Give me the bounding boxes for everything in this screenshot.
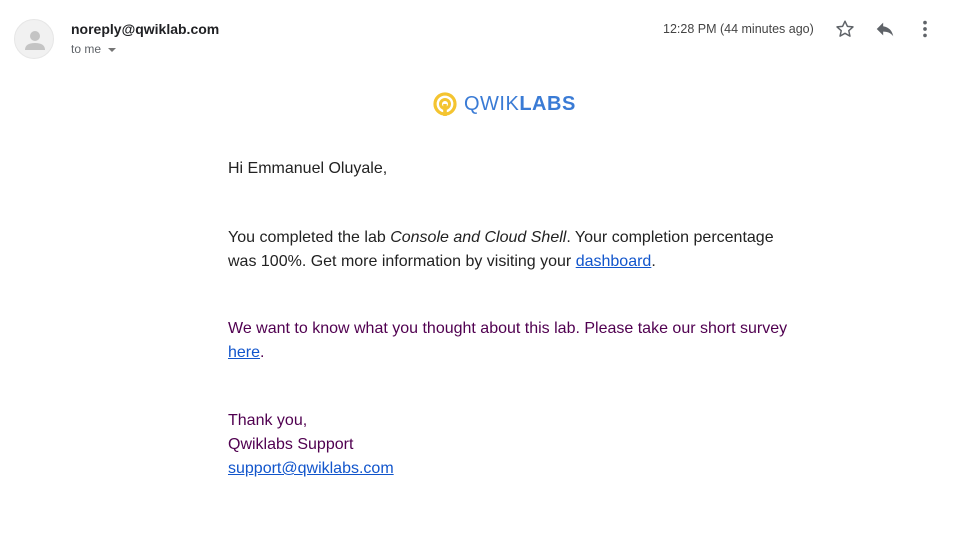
sender-address: noreply@qwiklab.com — [71, 21, 220, 37]
survey-paragraph: We want to know what you thought about t… — [228, 320, 788, 361]
completion-paragraph: You completed the lab Console and Cloud … — [228, 229, 774, 270]
qwiklabs-logo-mark — [433, 92, 457, 116]
more-vert-icon[interactable] — [914, 18, 936, 40]
chevron-down-icon — [108, 47, 117, 52]
qwiklabs-logo-text: QWIKLABS — [464, 92, 576, 115]
recipient-label: to me — [71, 42, 102, 56]
signature-line: Qwiklabs Support — [228, 436, 354, 453]
qwiklabs-logo: QWIKLABS — [432, 90, 576, 118]
lab-name: Console and Cloud Shell — [390, 229, 567, 246]
survey-link[interactable]: here — [228, 344, 260, 361]
email-timestamp: 12:28 PM (44 minutes ago) — [663, 22, 814, 36]
person-icon — [25, 31, 45, 50]
email-signoff: Thank you, Qwiklabs Support support@qwik… — [228, 409, 788, 481]
email-greeting: Hi Emmanuel Oluyale, — [228, 160, 388, 177]
sender-avatar — [14, 19, 54, 59]
thanks-line: Thank you, — [228, 412, 308, 429]
reply-icon[interactable] — [874, 18, 896, 40]
recipient-toggle[interactable]: to me — [71, 42, 117, 56]
star-icon[interactable] — [834, 18, 856, 40]
support-email-link[interactable]: support@qwiklabs.com — [228, 460, 394, 477]
dashboard-link[interactable]: dashboard — [576, 253, 652, 270]
